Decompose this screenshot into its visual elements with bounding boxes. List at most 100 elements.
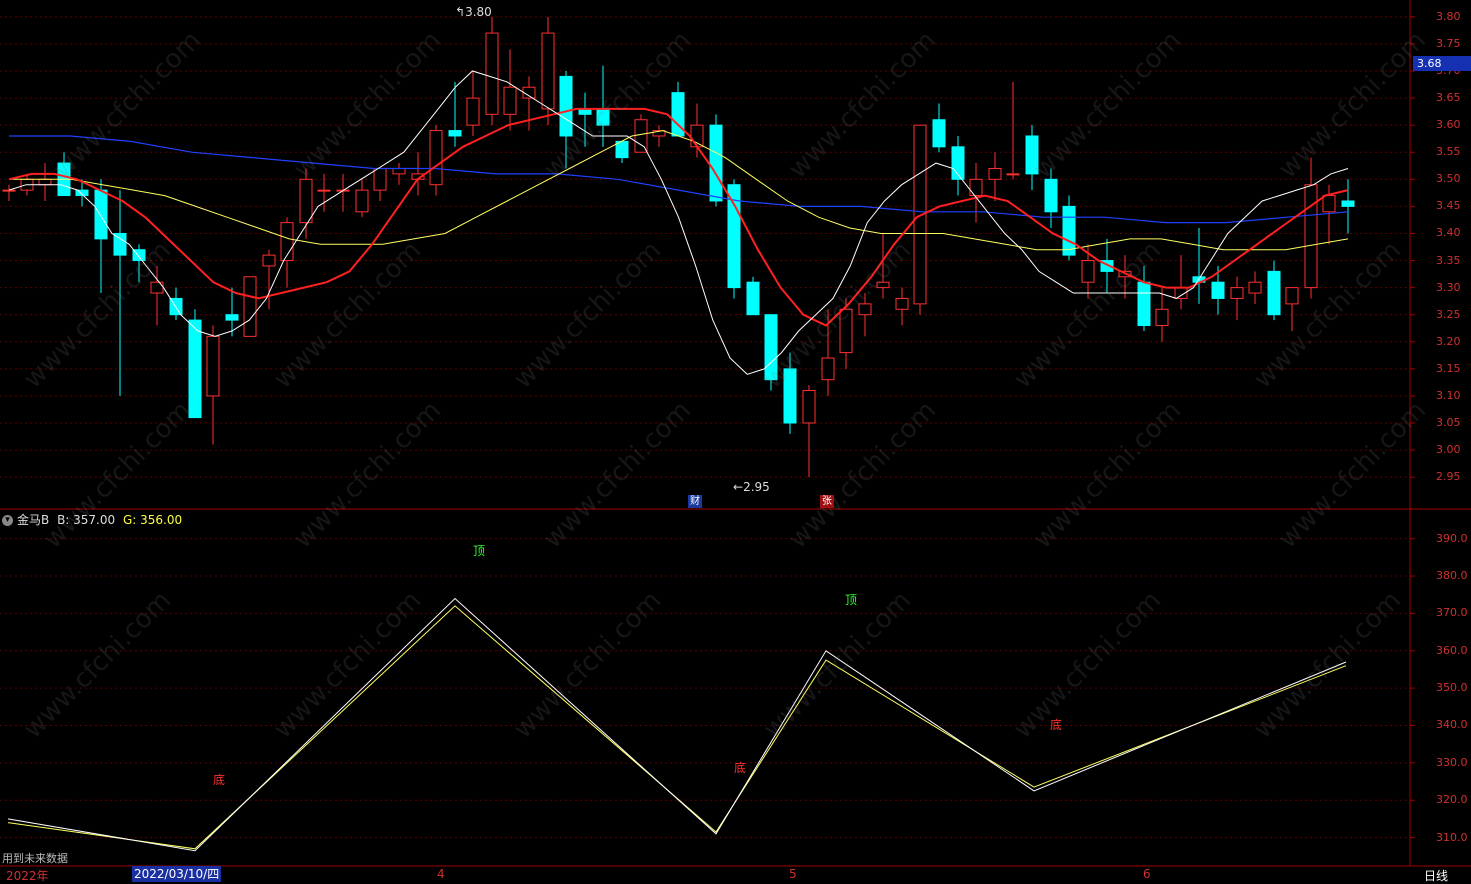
candle-body <box>821 357 835 381</box>
bottom-mark: 底 <box>734 761 747 775</box>
indicator-tick-label: 360.0 <box>1436 643 1468 657</box>
candle-body <box>448 130 462 137</box>
indicator-tick-label: 330.0 <box>1436 755 1468 769</box>
bottom-mark: 底 <box>213 773 226 787</box>
candle-body <box>634 119 648 153</box>
indicator-settings-icon[interactable]: ▾ <box>2 515 13 526</box>
candle-body <box>1025 135 1039 175</box>
candle-body <box>1081 260 1095 283</box>
indicator-b-line <box>7 597 1347 852</box>
indicator-header[interactable]: ▾ 金马B B: 357.00 G: 356.00 <box>2 511 182 528</box>
candle-body <box>1285 287 1299 305</box>
candle-body <box>596 108 610 126</box>
month-label: 5 <box>789 867 797 881</box>
candle-body <box>150 281 164 294</box>
bottom-mark: 底 <box>1050 718 1063 732</box>
candle-body <box>206 335 220 397</box>
indicator-tick-label: 350.0 <box>1436 681 1468 695</box>
candle-body <box>225 314 239 321</box>
candle-body <box>932 119 946 148</box>
candle-body <box>1155 308 1169 327</box>
candle-body <box>764 314 778 381</box>
finance-event-tag[interactable]: 财 <box>688 495 702 508</box>
date-axis: 2022年 2022/03/10/四 4 5 6 <box>0 866 1471 883</box>
candle-body <box>94 189 108 240</box>
price-tick-label: 3.15 <box>1436 361 1461 375</box>
candle-body <box>1267 270 1281 316</box>
candle-body <box>969 178 983 197</box>
price-tick-label: 3.00 <box>1436 443 1461 457</box>
candle-body <box>243 276 257 337</box>
high-price-value: 3.80 <box>465 5 492 19</box>
indicator-tick-label: 340.0 <box>1436 718 1468 732</box>
top-mark: 顶 <box>845 593 858 607</box>
candle-body <box>466 97 480 126</box>
candle-body <box>709 124 723 202</box>
price-tick-label: 3.10 <box>1436 388 1461 402</box>
cursor-date: 2022/03/10/四 <box>132 866 222 882</box>
rise-event-tag[interactable]: 张 <box>820 495 834 508</box>
candle-body <box>392 167 406 175</box>
price-tick-label: 3.05 <box>1436 416 1461 429</box>
candle-body <box>317 189 331 192</box>
indicator-g-value: G: 356.00 <box>122 513 183 527</box>
candle-body <box>1044 178 1058 213</box>
price-tick-label: 3.55 <box>1436 145 1461 159</box>
candle-body <box>299 178 313 224</box>
price-tick-label: 3.75 <box>1436 36 1461 50</box>
candle-body <box>485 32 499 115</box>
candle-body <box>355 189 369 213</box>
price-tick-label: 3.80 <box>1436 9 1461 23</box>
candle-body <box>988 167 1002 180</box>
price-tick-label: 3.45 <box>1436 199 1461 213</box>
candle-body <box>1322 195 1336 213</box>
indicator-tick-label: 370.0 <box>1436 606 1468 620</box>
price-tick-label: 3.60 <box>1436 118 1461 132</box>
price-tick-label: 3.35 <box>1436 253 1461 267</box>
year-label: 2022年 <box>6 869 49 883</box>
candle-body <box>1211 281 1225 299</box>
candle-body <box>746 281 760 316</box>
indicator-tick-label: 320.0 <box>1436 793 1468 807</box>
price-tick-label: 3.20 <box>1436 334 1461 348</box>
month-label: 6 <box>1143 867 1151 881</box>
current-price-tag: 3.68 <box>1413 56 1471 71</box>
candle-body <box>1341 200 1355 207</box>
candle-body <box>895 297 909 310</box>
candle-body <box>1062 205 1076 256</box>
candle-body <box>690 124 704 148</box>
high-price-annotation: ↰3.80 <box>455 5 492 19</box>
future-data-note: 用到未来数据 <box>2 852 68 865</box>
candle-body <box>1230 287 1244 299</box>
price-tick-label: 3.65 <box>1436 91 1461 105</box>
low-price-annotation: ←2.95 <box>733 480 770 494</box>
candle-body <box>113 232 127 256</box>
period-selector[interactable]: 日线 <box>1424 867 1448 884</box>
price-tick-label: 2.95 <box>1436 470 1461 484</box>
candle-body <box>876 281 890 289</box>
candle-body <box>559 75 573 137</box>
indicator-tick-label: 390.0 <box>1436 531 1468 545</box>
candle-body <box>1248 281 1262 294</box>
candle-body <box>541 32 555 110</box>
ma60-line <box>9 135 1349 224</box>
candle-body <box>429 130 443 186</box>
candle-body <box>2 189 16 192</box>
price-tick-label: 3.25 <box>1436 307 1461 321</box>
candle-body <box>38 178 52 186</box>
price-tick-label: 3.40 <box>1436 226 1461 240</box>
candle-body <box>1006 173 1020 176</box>
candle-body <box>783 368 797 424</box>
top-mark: 顶 <box>473 544 486 558</box>
stock-chart-window: www.cfchi.com www.cfchi.com www.cfchi.com w… <box>0 0 1471 883</box>
indicator-tick-label: 380.0 <box>1436 569 1468 583</box>
indicator-tick-label: 310.0 <box>1436 830 1468 844</box>
candle-body <box>858 303 872 316</box>
indicator-g-line <box>7 605 1347 850</box>
candle-body <box>1137 281 1151 327</box>
candle-body <box>802 390 816 424</box>
candle-body <box>373 167 387 191</box>
candle-body <box>188 319 202 419</box>
low-price-value: 2.95 <box>743 480 770 494</box>
chart-canvas[interactable] <box>0 0 1471 883</box>
